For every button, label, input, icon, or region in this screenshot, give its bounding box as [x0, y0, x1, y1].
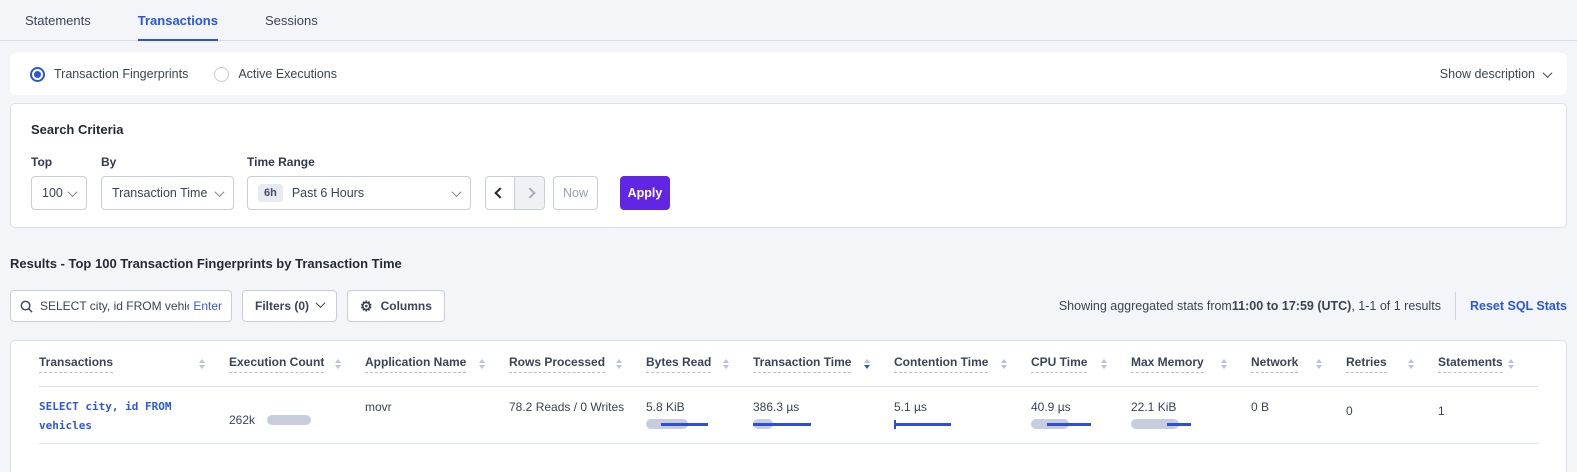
transaction-fingerprint-link[interactable]: SELECT city, id FROM vehicles: [39, 387, 229, 443]
sort-icon[interactable]: [1508, 359, 1514, 369]
time-range-pager: [485, 176, 545, 210]
table-row: SELECT city, id FROM vehicles 262k movr …: [39, 387, 1538, 444]
gear-icon: ⚙: [360, 299, 373, 313]
column-header-application-name[interactable]: Application Name: [365, 355, 509, 373]
max-memory-bar: [1131, 419, 1195, 429]
search-input[interactable]: [40, 299, 189, 313]
search-enter-button[interactable]: Enter: [193, 299, 222, 313]
results-controls: Enter Filters (0) ⚙ Columns Showing aggr…: [10, 290, 1567, 322]
cell-contention-time: 5.1 µs: [894, 387, 1031, 443]
show-description-label: Show description: [1440, 67, 1535, 81]
search-icon: [20, 300, 33, 313]
by-label: By: [101, 155, 234, 169]
search-criteria-card: Search Criteria Top 100 By Transaction T…: [10, 103, 1567, 228]
columns-button[interactable]: ⚙ Columns: [347, 290, 445, 322]
column-header-cpu-time[interactable]: CPU Time: [1031, 355, 1131, 373]
cell-cpu-time: 40.9 µs: [1031, 387, 1131, 443]
cell-application-name: movr: [365, 387, 509, 443]
time-range-next-button[interactable]: [515, 176, 545, 210]
chevron-down-icon: [215, 187, 225, 197]
column-header-bytes-read[interactable]: Bytes Read: [646, 355, 753, 373]
column-header-rows-processed[interactable]: Rows Processed: [509, 355, 646, 373]
chevron-down-icon: [1543, 68, 1553, 78]
cpu-time-bar: [1031, 419, 1095, 429]
time-range-select[interactable]: 6h Past 6 Hours: [247, 176, 471, 210]
chevron-down-icon: [68, 187, 78, 197]
time-range-prev-button[interactable]: [485, 176, 515, 210]
sort-icon[interactable]: [1101, 359, 1107, 369]
transaction-time-bar: [753, 419, 817, 429]
sort-icon[interactable]: [1221, 359, 1227, 369]
column-header-network[interactable]: Network: [1251, 355, 1346, 373]
sort-icon-active-desc[interactable]: [864, 359, 870, 369]
columns-label: Columns: [381, 299, 432, 313]
cell-statements: 1: [1438, 387, 1538, 443]
bytes-read-bar: [646, 419, 710, 429]
tab-statements[interactable]: Statements: [25, 0, 91, 40]
sort-icon[interactable]: [479, 359, 485, 369]
radio-label: Active Executions: [238, 67, 337, 81]
apply-button[interactable]: Apply: [620, 176, 670, 210]
radio-transaction-fingerprints[interactable]: Transaction Fingerprints: [30, 67, 188, 82]
by-select[interactable]: Transaction Time: [101, 176, 234, 210]
column-header-statements[interactable]: Statements: [1438, 355, 1538, 373]
top-label: Top: [31, 155, 87, 169]
reset-sql-stats-link[interactable]: Reset SQL Stats: [1470, 299, 1567, 313]
cell-transaction-time: 386.3 µs: [753, 387, 894, 443]
show-description-toggle[interactable]: Show description: [1440, 67, 1551, 81]
time-range-value: Past 6 Hours: [292, 186, 364, 200]
column-header-max-memory[interactable]: Max Memory: [1131, 355, 1251, 373]
top-select[interactable]: 100: [31, 176, 87, 210]
now-button[interactable]: Now: [553, 176, 598, 210]
cell-max-memory: 22.1 KiB: [1131, 387, 1251, 443]
sort-icon[interactable]: [1316, 359, 1322, 369]
cell-rows-processed: 78.2 Reads / 0 Writes: [509, 387, 646, 443]
top-select-value: 100: [42, 186, 63, 200]
view-toggle-bar: Transaction Fingerprints Active Executio…: [10, 53, 1567, 95]
column-header-execution-count[interactable]: Execution Count: [229, 355, 365, 373]
results-heading: Results - Top 100 Transaction Fingerprin…: [10, 256, 402, 271]
column-header-retries[interactable]: Retries: [1346, 355, 1438, 373]
radio-label: Transaction Fingerprints: [54, 67, 188, 81]
column-header-transaction-time[interactable]: Transaction Time: [753, 355, 894, 373]
radio-active-executions[interactable]: Active Executions: [214, 67, 337, 82]
tab-sessions[interactable]: Sessions: [265, 0, 318, 40]
by-select-value: Transaction Time: [112, 186, 207, 200]
column-header-transactions[interactable]: Transactions: [39, 355, 229, 373]
radio-selected-icon: [30, 67, 45, 82]
sort-icon[interactable]: [616, 359, 622, 369]
chevron-down-icon: [452, 187, 462, 197]
filters-button[interactable]: Filters (0): [242, 290, 337, 322]
transactions-table: Transactions Execution Count Application…: [10, 340, 1567, 472]
sort-icon[interactable]: [723, 359, 729, 369]
search-criteria-title: Search Criteria: [31, 122, 1546, 137]
table-header-row: Transactions Execution Count Application…: [39, 341, 1538, 387]
query-search-box[interactable]: Enter: [10, 290, 232, 322]
time-range-badge: 6h: [258, 184, 283, 202]
divider: [1455, 292, 1456, 320]
sort-icon[interactable]: [335, 359, 341, 369]
cell-network: 0 B: [1251, 387, 1346, 443]
tab-transactions[interactable]: Transactions: [138, 0, 218, 40]
chevron-down-icon: [316, 298, 326, 308]
cell-retries: 0: [1346, 387, 1438, 443]
sort-icon[interactable]: [1408, 359, 1414, 369]
radio-unselected-icon: [214, 67, 229, 82]
chevron-right-icon: [524, 187, 535, 198]
page-tabs: Statements Transactions Sessions: [0, 0, 1577, 41]
aggregated-stats-text: Showing aggregated stats from 11:00 to 1…: [1059, 299, 1441, 313]
cell-execution-count: 262k: [229, 387, 365, 443]
execution-count-bar: [267, 415, 311, 425]
sort-icon[interactable]: [199, 359, 205, 369]
contention-time-bar: [894, 419, 958, 429]
cell-bytes-read: 5.8 KiB: [646, 387, 753, 443]
chevron-left-icon: [494, 187, 505, 198]
column-header-contention-time[interactable]: Contention Time: [894, 355, 1031, 373]
time-range-label: Time Range: [247, 155, 471, 169]
sort-icon[interactable]: [1001, 359, 1007, 369]
filters-label: Filters (0): [255, 299, 309, 313]
